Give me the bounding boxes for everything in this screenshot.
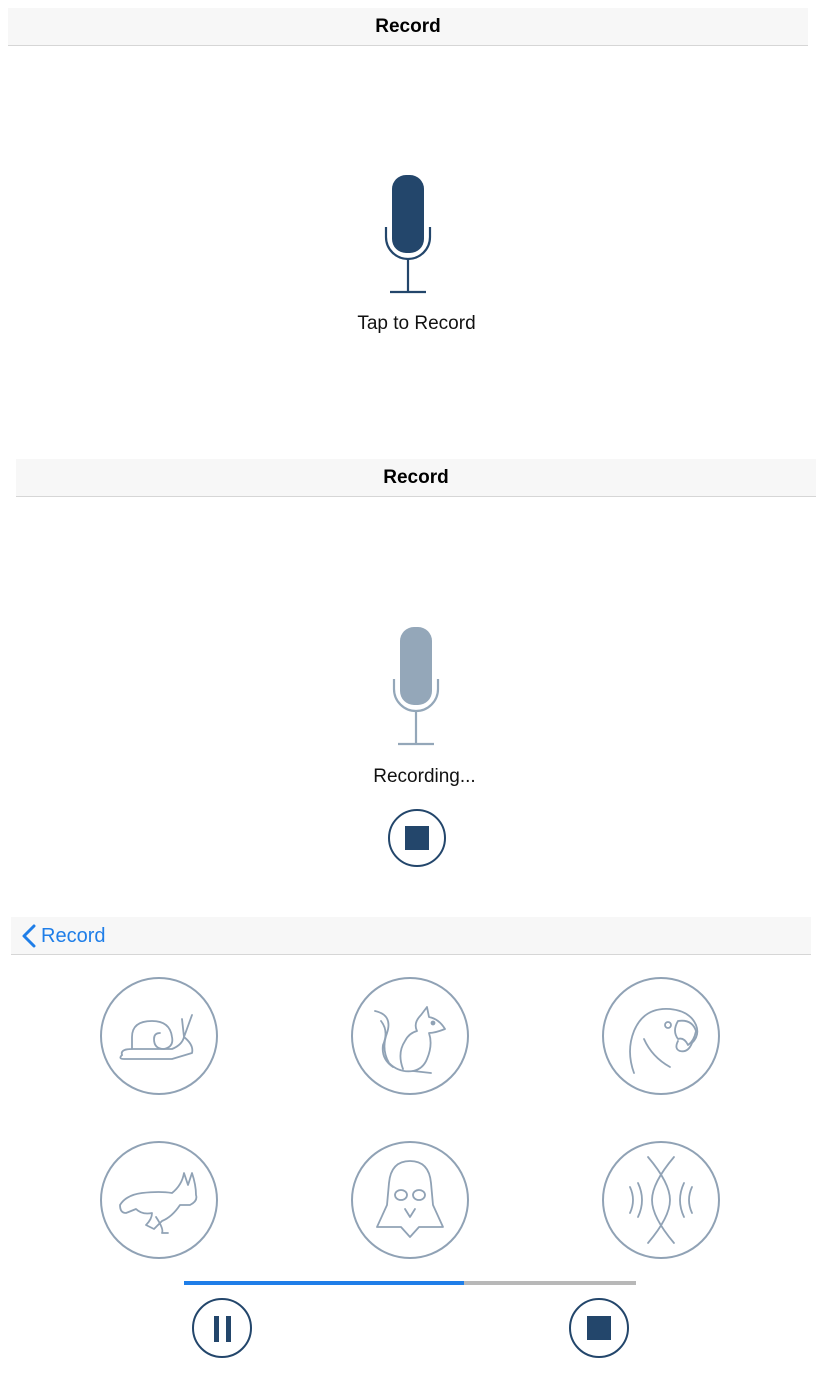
pause-icon-bar-left: [214, 1316, 219, 1342]
playback-progress-bar[interactable]: [184, 1281, 636, 1285]
back-button[interactable]: Record: [21, 917, 105, 955]
echo-icon: [629, 1156, 693, 1244]
pause-icon-bar-right: [226, 1316, 231, 1342]
effect-darth-vader-button[interactable]: [351, 1141, 469, 1259]
stop-playback-button[interactable]: [569, 1298, 629, 1358]
effect-echo-button[interactable]: [602, 1141, 720, 1259]
microphone-recording-icon: [388, 624, 444, 748]
effect-snail-button[interactable]: [100, 977, 218, 1095]
darth-vader-icon: [376, 1160, 444, 1238]
microphone-icon[interactable]: [380, 172, 436, 296]
navbar-record: Record: [8, 8, 808, 46]
tap-to-record-label: Tap to Record: [357, 313, 476, 334]
stop-icon: [587, 1316, 611, 1340]
effect-rabbit-button[interactable]: [100, 1141, 218, 1259]
chevron-left-icon: [22, 924, 36, 948]
stop-icon: [405, 826, 429, 850]
nav-title: Record: [383, 467, 449, 488]
navbar-effects: Record: [11, 917, 811, 955]
nav-title: Record: [375, 16, 441, 37]
parrot-icon: [629, 1008, 699, 1074]
effect-parrot-button[interactable]: [602, 977, 720, 1095]
navbar-record-2: Record: [16, 459, 816, 497]
playback-progress-fill: [184, 1281, 465, 1285]
recording-status-label: Recording...: [373, 766, 476, 787]
rabbit-icon: [119, 1172, 198, 1234]
snail-icon: [119, 1014, 194, 1060]
squirrel-icon: [374, 1006, 446, 1074]
pause-button[interactable]: [192, 1298, 252, 1358]
effect-squirrel-button[interactable]: [351, 977, 469, 1095]
back-label: Record: [41, 924, 106, 947]
stop-recording-button[interactable]: [388, 809, 446, 867]
